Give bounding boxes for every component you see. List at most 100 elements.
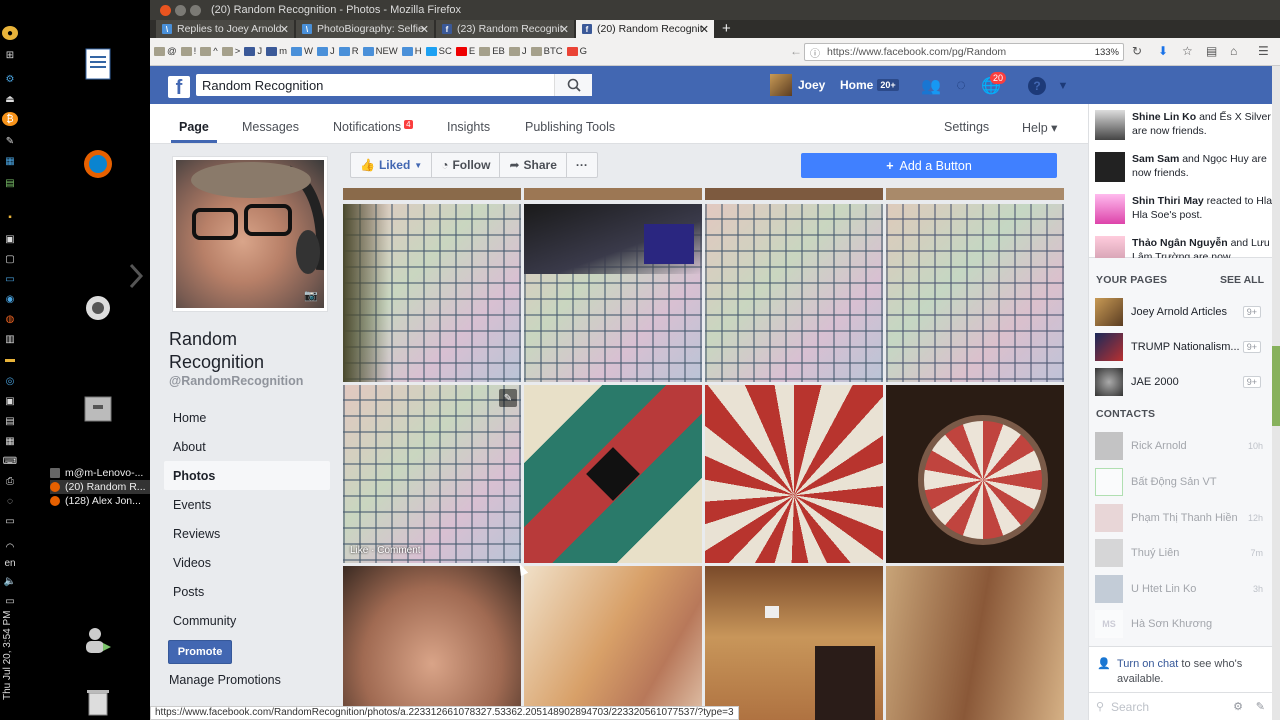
bookmark-item[interactable]: G: [566, 46, 587, 57]
photo-thumbnail[interactable]: [705, 566, 883, 720]
ticker-item[interactable]: Thảo Ngân Nguyễn and Lưu Lâm Trường are …: [1095, 236, 1273, 258]
facebook-search-input[interactable]: Random Recognition: [196, 74, 592, 96]
ubuntu-logo-indicator-icon[interactable]: ◌: [2, 494, 18, 508]
tab-photobiography[interactable]: \ PhotoBiography: Selfie ✕: [296, 20, 434, 38]
photo-thumbnail[interactable]: [343, 566, 521, 720]
window-indicator-icon[interactable]: ▣: [2, 232, 18, 246]
drive-indicator-icon[interactable]: ▤: [2, 414, 18, 428]
app-indicator-icon[interactable]: ▢: [2, 252, 18, 266]
add-a-button[interactable]: + Add a Button: [801, 153, 1057, 178]
task-terminal[interactable]: m@m-Lenovo-...: [50, 466, 150, 480]
close-tab-icon[interactable]: ✕: [280, 23, 289, 36]
contact-item[interactable]: Phạm Thị Thanh Hiền 12h: [1095, 504, 1267, 532]
search-icon[interactable]: [554, 74, 592, 96]
photo-thumbnail[interactable]: [343, 188, 521, 200]
zoom-level[interactable]: 133%: [1095, 47, 1119, 58]
bookmark-item[interactable]: ^: [200, 46, 218, 57]
bookmark-item[interactable]: >: [221, 46, 240, 57]
manage-promotions-link[interactable]: Manage Promotions: [169, 673, 281, 687]
photo-thumbnail[interactable]: [524, 385, 702, 563]
bookmark-item[interactable]: R: [338, 46, 359, 57]
address-bar[interactable]: ⓘ https://www.facebook.com/pg/Random 133…: [804, 43, 1124, 61]
photo-thumbnail[interactable]: [705, 385, 883, 563]
photo-thumbnail[interactable]: [524, 204, 702, 382]
more-button[interactable]: ···: [567, 153, 597, 177]
follow-button[interactable]: ◔ Follow: [432, 153, 501, 177]
gear-icon[interactable]: ⚙: [1233, 700, 1243, 713]
home-link[interactable]: Home 20+: [840, 78, 899, 92]
photo-thumbnail[interactable]: [524, 566, 702, 720]
close-window-icon[interactable]: [160, 4, 171, 16]
tab-messages[interactable]: Messages: [242, 120, 299, 134]
bookmark-item[interactable]: J: [244, 46, 262, 57]
facebook-logo-icon[interactable]: f: [168, 76, 190, 98]
ubuntu-indicator-icon[interactable]: ◍: [2, 312, 18, 326]
chevron-right-icon[interactable]: [118, 258, 154, 294]
photo-thumbnail[interactable]: [705, 188, 883, 200]
photo-thumbnail[interactable]: [343, 204, 521, 382]
calendar-indicator-icon[interactable]: ▦: [2, 154, 18, 168]
photo-thumbnail[interactable]: [886, 566, 1064, 720]
close-tab-icon[interactable]: ✕: [700, 23, 709, 36]
photo-thumbnail[interactable]: [886, 385, 1064, 563]
task-firefox[interactable]: (20) Random R...: [50, 480, 150, 494]
ticker-item[interactable]: Shin Thiri May reacted to Hla Hla Soe's …: [1095, 194, 1273, 224]
bookmark-item[interactable]: J: [316, 46, 335, 57]
update-indicator-icon[interactable]: ●: [2, 26, 18, 40]
bookmark-item[interactable]: J: [508, 46, 527, 57]
bookmark-star-icon[interactable]: ☆: [1182, 44, 1193, 58]
bookmark-item[interactable]: EB: [479, 46, 505, 57]
bookmark-item[interactable]: @: [154, 46, 177, 57]
tab-settings[interactable]: Settings: [944, 120, 989, 134]
box-indicator-icon[interactable]: ▥: [2, 332, 18, 346]
camera-icon[interactable]: 📷: [304, 289, 318, 302]
back-icon[interactable]: ←: [790, 44, 802, 58]
nav-reviews[interactable]: Reviews: [164, 519, 330, 548]
nav-photos[interactable]: Photos: [164, 461, 330, 490]
sheet-indicator-icon[interactable]: ▤: [2, 176, 18, 190]
archive-manager-icon[interactable]: [80, 390, 116, 426]
wifi-indicator-icon[interactable]: ◠: [2, 540, 18, 554]
your-page-item[interactable]: JAE 2000 9+: [1095, 368, 1267, 396]
turn-on-chat-link[interactable]: Turn on chat: [1117, 658, 1178, 670]
tab-publishing-tools[interactable]: Publishing Tools: [525, 120, 615, 134]
language-indicator[interactable]: en: [2, 556, 18, 570]
trash-icon[interactable]: [80, 684, 116, 720]
task-browser[interactable]: (128) Alex Jon...: [50, 494, 150, 508]
ticker-item[interactable]: Shine Lin Ko and Ếs X Silver are now fri…: [1095, 110, 1273, 140]
account-menu-icon[interactable]: ▼: [1052, 76, 1074, 96]
nav-community[interactable]: Community: [164, 606, 330, 635]
volume-indicator-icon[interactable]: 🔈: [2, 574, 18, 588]
chrome-indicator-icon[interactable]: ◎: [2, 374, 18, 388]
help-icon[interactable]: ?: [1026, 76, 1048, 96]
share-button[interactable]: ➦ Share: [500, 153, 567, 177]
battery-indicator-icon[interactable]: ▭: [2, 594, 18, 608]
tab-insights[interactable]: Insights: [447, 120, 490, 134]
bookmark-item[interactable]: NEW: [362, 46, 398, 57]
info-icon[interactable]: ⓘ: [810, 45, 820, 60]
your-page-item[interactable]: TRUMP Nationalism... 9+: [1095, 333, 1267, 361]
contact-item[interactable]: MS Hà Sơn Khương: [1095, 610, 1267, 638]
liked-button[interactable]: 👍 Liked ▼: [351, 153, 433, 177]
nav-events[interactable]: Events: [164, 490, 330, 519]
nav-home[interactable]: Home: [164, 403, 330, 432]
nav-about[interactable]: About: [164, 432, 330, 461]
contact-item[interactable]: Bất Động Sản VT: [1095, 468, 1267, 496]
apps-indicator-icon[interactable]: ⊞: [2, 48, 18, 62]
download-icon[interactable]: ⬇: [1158, 44, 1168, 58]
cpu-indicator-icon[interactable]: ▦: [2, 434, 18, 448]
tab-page[interactable]: Page: [171, 120, 217, 143]
tab-replies[interactable]: \ Replies to Joey Arnold ✕: [156, 20, 294, 38]
close-tab-icon[interactable]: ✕: [420, 23, 429, 36]
edit-pencil-icon[interactable]: ✎: [499, 389, 517, 407]
photo-thumbnail[interactable]: [705, 204, 883, 382]
user-switch-icon[interactable]: [80, 622, 116, 658]
your-page-item[interactable]: Joey Arnold Articles 9+: [1095, 298, 1267, 326]
tab-notifications[interactable]: Notifications 4: [333, 120, 413, 134]
profile-link[interactable]: Joey: [770, 74, 825, 96]
messenger-icon[interactable]: ◌: [950, 76, 972, 96]
close-tab-icon[interactable]: ✕: [560, 23, 569, 36]
keyboard-indicator-icon[interactable]: ⌨: [2, 454, 18, 468]
tab-random-recognition-20[interactable]: f (20) Random Recognit ✕: [576, 20, 714, 38]
photo-caption[interactable]: Like · Comment: [350, 545, 421, 556]
